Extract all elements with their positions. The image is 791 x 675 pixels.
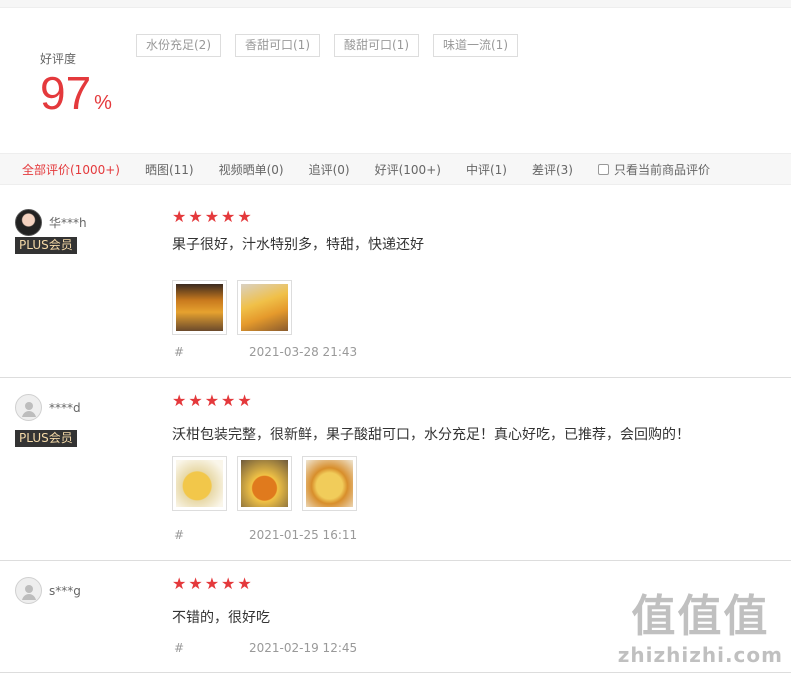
review-photo[interactable]: [237, 280, 292, 335]
star-icon: ★: [172, 574, 187, 593]
tab-photos[interactable]: 晒图(11): [145, 161, 194, 178]
star-icon: ★: [237, 391, 252, 410]
review-date: 2021-03-28 21:43: [249, 345, 358, 359]
review-date: 2021-01-25 16:11: [249, 528, 358, 542]
star-icon: ★: [188, 391, 203, 410]
tab-positive[interactable]: 好评(100+): [375, 161, 441, 178]
review-anchor-link[interactable]: #: [174, 345, 249, 359]
only-current-toggle[interactable]: 只看当前商品评价: [597, 161, 710, 178]
username: ****d: [49, 400, 81, 415]
star-icon: ★: [204, 574, 220, 593]
tag-list: 水份充足(2) 香甜可口(1) 酸甜可口(1) 味道一流(1): [136, 34, 518, 57]
plus-member-badge[interactable]: PLUS会员: [15, 430, 77, 447]
only-current-checkbox[interactable]: [597, 163, 609, 175]
user-info: s***g: [15, 577, 81, 604]
star-icon: ★: [204, 391, 220, 410]
star-icon: ★: [188, 574, 203, 593]
rating-number: 97: [40, 67, 92, 119]
username: 华***h: [49, 216, 87, 230]
only-current-label: 只看当前商品评价: [613, 162, 710, 177]
rating-block: 好评度: [40, 50, 76, 67]
star-icon: ★: [221, 391, 236, 410]
tab-all[interactable]: 全部评价(1000+): [22, 161, 120, 178]
review-content: 果子很好，汁水特别多，特甜，快递还好: [172, 237, 424, 253]
star-icon: ★: [237, 574, 252, 593]
review-meta: #2021-01-25 16:11: [174, 528, 357, 542]
tag-sour-sweet[interactable]: 酸甜可口(1): [334, 34, 419, 57]
review-anchor-link[interactable]: #: [174, 528, 249, 542]
user-info: ****d: [15, 394, 81, 421]
review-date: 2021-02-19 12:45: [249, 641, 358, 655]
review-content: 沃柑包装完整，很新鲜，果子酸甜可口，水分充足！真心好吃，已推荐，会回购的！: [172, 427, 690, 443]
watermark-glyphs: 值值值: [631, 591, 770, 642]
star-icon: ★: [204, 207, 220, 226]
user-info: 华***h: [15, 209, 87, 236]
star-icon: ★: [221, 574, 236, 593]
review-photo[interactable]: [172, 456, 227, 511]
tab-followup[interactable]: 追评(0): [309, 161, 350, 178]
photo-list: [172, 280, 292, 335]
tag-sweet[interactable]: 香甜可口(1): [235, 34, 320, 57]
default-avatar-icon[interactable]: [15, 394, 42, 421]
review-photo[interactable]: [302, 456, 357, 511]
avatar[interactable]: [15, 209, 42, 236]
star-icon: ★: [237, 207, 252, 226]
photo-list: [172, 456, 357, 511]
star-icon: ★: [188, 207, 203, 226]
star-icon: ★: [172, 391, 187, 410]
review-photo[interactable]: [172, 280, 227, 335]
star-rating: ★ ★ ★ ★ ★: [172, 393, 252, 409]
username: s***g: [49, 583, 81, 598]
filter-bar: 全部评价(1000+) 晒图(11) 视频晒单(0) 追评(0) 好评(100+…: [0, 153, 791, 185]
tab-neutral[interactable]: 中评(1): [466, 161, 507, 178]
review-item: ****d PLUS会员 ★ ★ ★ ★ ★ 沃柑包装完整，很新鲜，果子酸甜可口…: [0, 378, 791, 561]
tag-taste[interactable]: 味道一流(1): [433, 34, 518, 57]
tab-negative[interactable]: 差评(3): [532, 161, 573, 178]
review-content: 不错的，很好吃: [172, 610, 270, 626]
watermark: 值值值 zhizhizhi.com: [618, 591, 783, 667]
watermark-text: zhizhizhi.com: [617, 643, 783, 667]
top-strip: [0, 0, 791, 8]
review-meta: #2021-03-28 21:43: [174, 345, 357, 359]
review-anchor-link[interactable]: #: [174, 641, 249, 655]
tag-water[interactable]: 水份充足(2): [136, 34, 221, 57]
review-meta: #2021-02-19 12:45: [174, 641, 357, 655]
rating-unit: %: [94, 92, 112, 114]
star-rating: ★ ★ ★ ★ ★: [172, 576, 252, 592]
tab-videos[interactable]: 视频晒单(0): [219, 161, 284, 178]
rating-value: 97%: [40, 68, 112, 118]
star-icon: ★: [221, 207, 236, 226]
rating-label: 好评度: [40, 52, 77, 66]
review-item: 华***h PLUS会员 ★ ★ ★ ★ ★ 果子很好，汁水特别多，特甜，快递还…: [0, 185, 791, 378]
star-icon: ★: [172, 207, 187, 226]
default-avatar-icon[interactable]: [15, 577, 42, 604]
review-photo[interactable]: [237, 456, 292, 511]
plus-member-badge[interactable]: PLUS会员: [15, 237, 77, 254]
star-rating: ★ ★ ★ ★ ★: [172, 209, 252, 225]
